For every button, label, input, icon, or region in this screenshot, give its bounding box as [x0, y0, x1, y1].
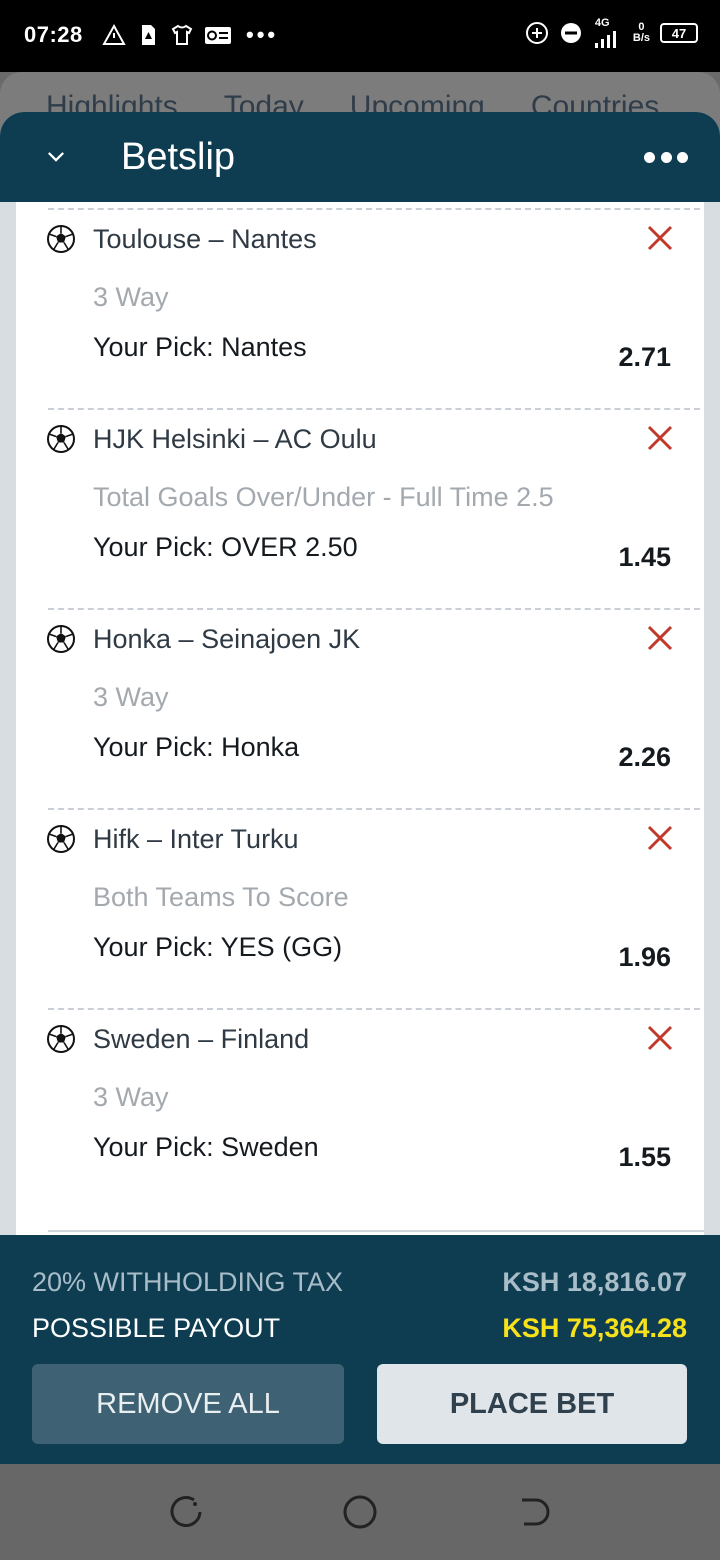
more-options-button[interactable]	[644, 144, 688, 170]
betslip-header: Betslip	[0, 112, 720, 202]
bet-pick: Your Pick: Honka	[93, 732, 300, 762]
bet-item: Honka – Seinajoen JK 3 Way Your Pick: Ho…	[16, 602, 704, 802]
soccer-ball-icon	[47, 625, 75, 653]
bet-match: Sweden – Finland	[93, 1024, 310, 1054]
network-indicator: 4G	[593, 18, 623, 48]
soccer-ball-icon	[47, 225, 75, 253]
mail-card-icon	[205, 27, 231, 44]
battery-icon: 47	[660, 23, 698, 43]
more-dot-icon	[677, 151, 688, 163]
bet-odds: 1.45	[618, 542, 671, 572]
list-end-divider	[48, 1230, 704, 1232]
system-icons: 4G 0 B/s 47	[525, 18, 698, 48]
battery-level: 47	[671, 25, 687, 41]
home-icon[interactable]	[340, 1492, 380, 1532]
remove-bet-close-icon[interactable]	[644, 822, 676, 854]
bet-pick: Your Pick: Nantes	[93, 332, 307, 362]
place-bet-button[interactable]: PLACE BET	[377, 1364, 687, 1444]
notification-icons: •••	[102, 22, 278, 48]
bet-match: Honka – Seinajoen JK	[93, 624, 361, 654]
sim-alert-icon	[142, 25, 155, 45]
tax-value: KSH 18,816.07	[502, 1267, 687, 1297]
system-nav-bar	[0, 1464, 720, 1560]
bet-list[interactable]: Toulouse – Nantes 3 Way Your Pick: Nante…	[16, 202, 704, 1236]
bet-odds: 1.55	[618, 1142, 671, 1172]
chevron-down-icon	[48, 151, 64, 162]
soccer-ball-icon	[47, 825, 75, 853]
collapse-button[interactable]	[40, 140, 72, 172]
bet-odds: 1.96	[618, 942, 671, 972]
remove-bet-close-icon[interactable]	[644, 222, 676, 254]
bet-odds: 2.26	[618, 742, 671, 772]
signal-icon	[594, 31, 616, 48]
bet-market: Both Teams To Score	[93, 882, 349, 912]
status-bar: 07:28 ••• 4G 0 B/s 47	[0, 0, 720, 72]
bet-market: 3 Way	[93, 1082, 169, 1112]
bet-item: Hifk – Inter Turku Both Teams To Score Y…	[16, 802, 704, 1002]
betslip-title: Betslip	[121, 136, 236, 178]
bet-match: Hifk – Inter Turku	[93, 824, 299, 854]
more-dot-icon	[644, 151, 655, 163]
bet-item: Toulouse – Nantes 3 Way Your Pick: Nante…	[16, 202, 704, 402]
bet-divider	[48, 608, 700, 610]
remove-bet-close-icon[interactable]	[644, 622, 676, 654]
remove-bet-close-icon[interactable]	[644, 1022, 676, 1054]
data-speed-unit: B/s	[632, 32, 650, 44]
data-speed: 0 B/s	[633, 22, 650, 44]
more-dots-icon: •••	[246, 22, 279, 47]
bet-pick: Your Pick: Sweden	[93, 1132, 319, 1162]
more-dot-icon	[660, 151, 672, 163]
add-circle-icon	[525, 22, 548, 44]
bet-odds: 2.71	[618, 342, 671, 372]
bet-divider	[48, 1008, 700, 1010]
do-not-disturb-icon	[560, 23, 581, 43]
bet-divider	[48, 408, 700, 410]
soccer-ball-icon	[47, 1025, 75, 1053]
network-type: 4G	[594, 17, 610, 29]
betslip-sheet: Betslip Toulouse – Nantes 3 Way Your Pic…	[0, 112, 720, 1464]
payout-label: POSSIBLE PAYOUT	[32, 1313, 281, 1343]
remove-all-button[interactable]: REMOVE ALL	[32, 1364, 344, 1444]
bet-market: 3 Way	[93, 682, 169, 712]
betslip-summary: 20% WITHHOLDING TAX KSH 18,816.07 POSSIB…	[0, 1235, 720, 1464]
tax-label: 20% WITHHOLDING TAX	[32, 1267, 344, 1297]
bet-divider	[48, 208, 700, 210]
bet-match: HJK Helsinki – AC Oulu	[93, 424, 377, 454]
bet-market: 3 Way	[93, 282, 169, 312]
soccer-ball-icon	[47, 425, 75, 453]
payout-value: KSH 75,364.28	[502, 1313, 687, 1343]
bet-divider	[48, 808, 700, 810]
bet-match: Toulouse – Nantes	[93, 224, 317, 254]
bet-item: Sweden – Finland 3 Way Your Pick: Sweden…	[16, 1002, 704, 1202]
remove-bet-close-icon[interactable]	[644, 422, 676, 454]
tshirt-icon	[171, 24, 193, 45]
back-icon[interactable]	[514, 1492, 554, 1532]
bet-market: Total Goals Over/Under - Full Time 2.5	[93, 482, 554, 512]
bet-item: HJK Helsinki – AC Oulu Total Goals Over/…	[16, 402, 704, 602]
status-time: 07:28	[24, 22, 83, 47]
bet-pick: Your Pick: YES (GG)	[93, 932, 343, 962]
warning-triangle-icon	[102, 23, 126, 45]
recent-apps-icon[interactable]	[166, 1492, 206, 1532]
bet-pick: Your Pick: OVER 2.50	[93, 532, 358, 562]
